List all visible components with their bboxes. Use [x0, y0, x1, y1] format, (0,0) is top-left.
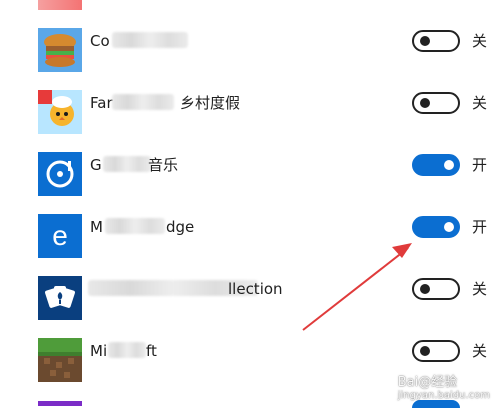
app-row-music: G 音乐 开	[0, 142, 500, 204]
burger-icon	[38, 28, 82, 72]
watermark-line2: jingyan.baidu.com	[397, 390, 490, 401]
music-disc-icon	[38, 152, 82, 196]
toggle-minecraft[interactable]	[412, 340, 460, 362]
toggle-knob	[444, 222, 454, 232]
toggle-knob	[420, 284, 430, 294]
app-name-edge-left: M	[90, 218, 103, 236]
partial-toggle-bottom[interactable]	[412, 400, 460, 408]
app-row-solitaire: llection 关	[0, 266, 500, 328]
edge-browser-icon: e	[38, 214, 82, 258]
app-row-farm: Far 乡村度假 关	[0, 80, 500, 142]
blurred-name	[103, 156, 151, 172]
blurred-name	[108, 342, 146, 358]
app-name-farm-right: 乡村度假	[180, 94, 241, 112]
toggle-music[interactable]	[412, 154, 460, 176]
app-name-minecraft-right: ft	[146, 342, 157, 360]
blurred-name	[112, 94, 174, 110]
app-name-solitaire-right: llection	[228, 280, 283, 298]
partial-app-icon-top	[38, 0, 82, 10]
svg-text:e: e	[52, 220, 68, 251]
app-name-cooking: Co	[90, 32, 110, 50]
state-label-edge: 开	[472, 218, 488, 236]
blurred-name	[112, 32, 188, 48]
partial-app-icon-bottom	[38, 401, 82, 406]
toggle-edge[interactable]	[412, 216, 460, 238]
state-label-minecraft: 关	[472, 342, 488, 360]
cards-icon	[38, 276, 82, 320]
blurred-name	[105, 218, 165, 234]
app-name-farm-left: Far	[90, 94, 113, 112]
toggle-solitaire[interactable]	[412, 278, 460, 300]
chef-chick-icon	[38, 90, 82, 134]
toggle-cooking[interactable]	[412, 30, 460, 52]
app-name-edge-right: dge	[166, 218, 195, 236]
app-name-music-left: G	[90, 156, 102, 174]
toggle-knob	[420, 36, 430, 46]
state-label-solitaire: 关	[472, 280, 488, 298]
app-name-music-right: 音乐	[148, 156, 179, 174]
watermark: Bai@经验 jingyan.baidu.com	[398, 376, 490, 401]
state-label-farm: 关	[472, 94, 488, 112]
state-label-music: 开	[472, 156, 488, 174]
toggle-knob	[420, 346, 430, 356]
toggle-farm[interactable]	[412, 92, 460, 114]
app-row-cooking: Co 关	[0, 18, 500, 80]
app-row-edge: e M dge 开	[0, 204, 500, 266]
toggle-knob	[444, 160, 454, 170]
app-name-minecraft-left: Mi	[90, 342, 108, 360]
state-label-cooking: 关	[472, 32, 488, 50]
watermark-line1: Bai@经验	[397, 375, 458, 390]
minecraft-block-icon	[38, 338, 82, 382]
toggle-knob	[420, 98, 430, 108]
